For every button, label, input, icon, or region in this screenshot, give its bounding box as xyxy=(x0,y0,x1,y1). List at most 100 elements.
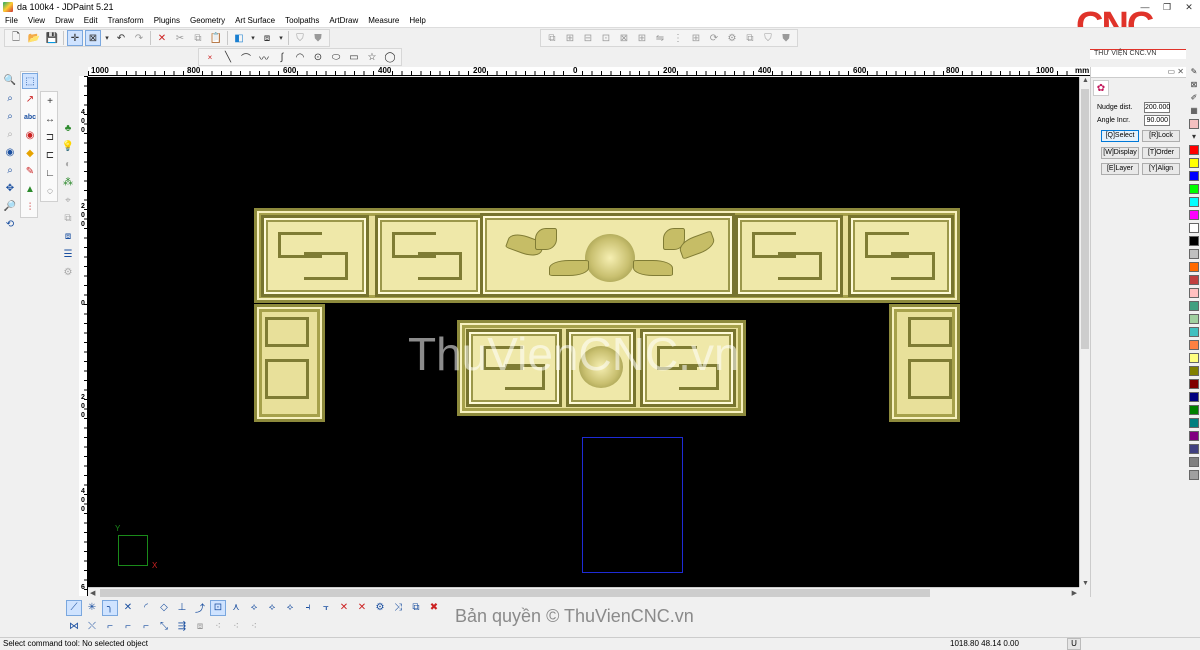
color-swatch[interactable] xyxy=(1189,236,1199,246)
menu-view[interactable]: View xyxy=(23,16,50,25)
delete-node-icon[interactable]: ✖ xyxy=(426,600,442,616)
trim-tool-icon[interactable]: ⋈ xyxy=(66,619,82,635)
lamp-icon[interactable]: ◐ xyxy=(60,156,76,172)
offset-icon[interactable]: ⊐ xyxy=(42,129,58,145)
color-swatch[interactable] xyxy=(1189,197,1199,207)
open-file-icon[interactable]: 📂 xyxy=(26,30,42,46)
distance-icon[interactable]: ↔ xyxy=(42,111,58,127)
menu-transform[interactable]: Transform xyxy=(103,16,149,25)
scroll-thumb[interactable] xyxy=(100,589,930,597)
zoom-out-icon[interactable]: ⌕ xyxy=(2,126,18,142)
snap-intersect-icon[interactable]: ✕ xyxy=(120,600,136,616)
menu-geometry[interactable]: Geometry xyxy=(185,16,230,25)
snap-nearest-icon[interactable]: ⤴ xyxy=(192,600,208,616)
redo-icon[interactable]: ↷ xyxy=(131,30,147,46)
menu-edit[interactable]: Edit xyxy=(79,16,103,25)
star-icon[interactable]: ☆ xyxy=(364,49,380,65)
shield-b-icon[interactable]: ⛊ xyxy=(310,30,326,46)
chamfer-icon[interactable]: ⌐ xyxy=(138,619,154,635)
view-eye-icon[interactable]: ◉ xyxy=(2,144,18,160)
lock-button[interactable]: [R]Lock xyxy=(1142,130,1180,142)
color-swatch[interactable] xyxy=(1189,288,1199,298)
lasso-icon[interactable]: ◌ xyxy=(42,183,58,199)
view-dropdown-icon[interactable]: ▾ xyxy=(249,30,257,46)
drawing-canvas[interactable]: ThuVienCNC.vn Y X xyxy=(88,77,1079,587)
select-mode-button[interactable]: [Q]Select xyxy=(1101,130,1139,142)
color-swatch[interactable] xyxy=(1189,366,1199,376)
trim-icon[interactable]: ⫞ xyxy=(300,600,316,616)
node-icon-2[interactable]: ⟡ xyxy=(264,600,280,616)
color-swatch[interactable] xyxy=(1189,340,1199,350)
right-carved-leg[interactable] xyxy=(889,304,960,422)
scroll-thumb[interactable] xyxy=(1081,89,1089,349)
nodes-icon-c[interactable]: ⁖ xyxy=(246,619,262,635)
text-tool-icon[interactable]: abc xyxy=(22,109,38,125)
ellipse-icon[interactable]: ⬭ xyxy=(328,49,344,65)
color-swatch[interactable] xyxy=(1189,314,1199,324)
plus-tool-icon[interactable]: + xyxy=(42,93,58,109)
menu-art-surface[interactable]: Art Surface xyxy=(230,16,280,25)
horizontal-scrollbar[interactable]: ◀ ▶ xyxy=(88,587,1079,598)
boolean-icon[interactable]: ⧈ xyxy=(192,619,208,635)
menu-draw[interactable]: Draw xyxy=(50,16,79,25)
color-swatch[interactable] xyxy=(1189,379,1199,389)
color-swatch[interactable] xyxy=(1189,353,1199,363)
menu-toolpaths[interactable]: Toolpaths xyxy=(280,16,324,25)
zoom-all-icon[interactable]: ⌕ xyxy=(2,108,18,124)
zoom-icon[interactable]: 🔎 xyxy=(2,198,18,214)
rotate-view-icon[interactable]: ⟲ xyxy=(2,216,18,232)
align-icon-1[interactable]: ⧉ xyxy=(544,30,560,46)
menu-help[interactable]: Help xyxy=(404,16,430,25)
no-color-icon[interactable]: ⊠ xyxy=(1189,80,1199,90)
node-icon-1[interactable]: ⟡ xyxy=(246,600,262,616)
menu-artdraw[interactable]: ArtDraw xyxy=(324,16,363,25)
snap-midpoint-icon[interactable]: ⋏ xyxy=(228,600,244,616)
crosshair-icon[interactable]: ✛ xyxy=(67,30,83,46)
unit-indicator[interactable]: U xyxy=(1067,638,1081,650)
polyline-icon[interactable]: 〰 xyxy=(256,49,272,65)
break-icon[interactable]: ✕ xyxy=(336,600,352,616)
tree-icon[interactable]: ♣ xyxy=(60,120,76,136)
align-icon-2[interactable]: ⊞ xyxy=(562,30,578,46)
left-carved-leg[interactable] xyxy=(254,304,325,422)
extend-icon[interactable]: ⫟ xyxy=(318,600,334,616)
color-swatch[interactable] xyxy=(1189,470,1199,480)
pattern-icon[interactable]: ▦ xyxy=(1189,106,1199,116)
scroll-up-icon[interactable]: ▲ xyxy=(1082,77,1089,84)
circle-center-icon[interactable]: ⊙ xyxy=(310,49,326,65)
save-file-icon[interactable]: 💾 xyxy=(44,30,60,46)
undo-icon[interactable]: ↶ xyxy=(113,30,129,46)
copy-icon[interactable]: ⧉ xyxy=(190,30,206,46)
bulb-icon[interactable]: 💡 xyxy=(60,138,76,154)
reverse-icon[interactable]: ⤨ xyxy=(390,600,406,616)
shield-c-icon[interactable]: ⛉ xyxy=(760,30,776,46)
color-swatch[interactable] xyxy=(1189,431,1199,441)
grid-icon[interactable]: ⊞ xyxy=(688,30,704,46)
snap-line-icon[interactable]: ⟋ xyxy=(66,599,82,616)
curve-icon[interactable]: ∫ xyxy=(274,49,290,65)
close-path-icon[interactable]: ⧉ xyxy=(408,600,424,616)
snap-tangent-icon[interactable]: ◜ xyxy=(138,600,154,616)
corner-icon[interactable]: ⌐ xyxy=(102,619,118,635)
new-file-icon[interactable]: 🗋 xyxy=(8,30,24,46)
nodes-icon-a[interactable]: ⁖ xyxy=(210,619,226,635)
group-icon[interactable]: ⁂ xyxy=(60,174,76,190)
vertical-scrollbar[interactable]: ▲ ▼ xyxy=(1079,77,1090,587)
node-edit-icon[interactable]: ↗ xyxy=(22,91,38,107)
view-box-dropdown-icon[interactable]: ▾ xyxy=(277,30,285,46)
color-swatch[interactable] xyxy=(1189,145,1199,155)
point-icon[interactable]: × xyxy=(202,49,218,65)
color-swatch[interactable] xyxy=(1189,418,1199,428)
select-tab-icon[interactable]: ✿ xyxy=(1093,80,1109,96)
copy-icon[interactable]: ⧉ xyxy=(60,210,76,226)
arc-icon[interactable]: ⌒ xyxy=(238,49,254,65)
pan-icon[interactable]: ✥ xyxy=(2,180,18,196)
eyedropper-icon[interactable]: ✐ xyxy=(1189,93,1199,103)
settings-icon[interactable]: ⚙ xyxy=(60,264,76,280)
rectangle-icon[interactable]: ▭ xyxy=(346,49,362,65)
color-swatch[interactable] xyxy=(1189,119,1199,129)
nudge-input[interactable]: 200.000 xyxy=(1144,102,1170,113)
color-swatch[interactable] xyxy=(1189,405,1199,415)
shield-d-icon[interactable]: ⛊ xyxy=(778,30,794,46)
snap-quad-icon[interactable]: ◇ xyxy=(156,600,172,616)
